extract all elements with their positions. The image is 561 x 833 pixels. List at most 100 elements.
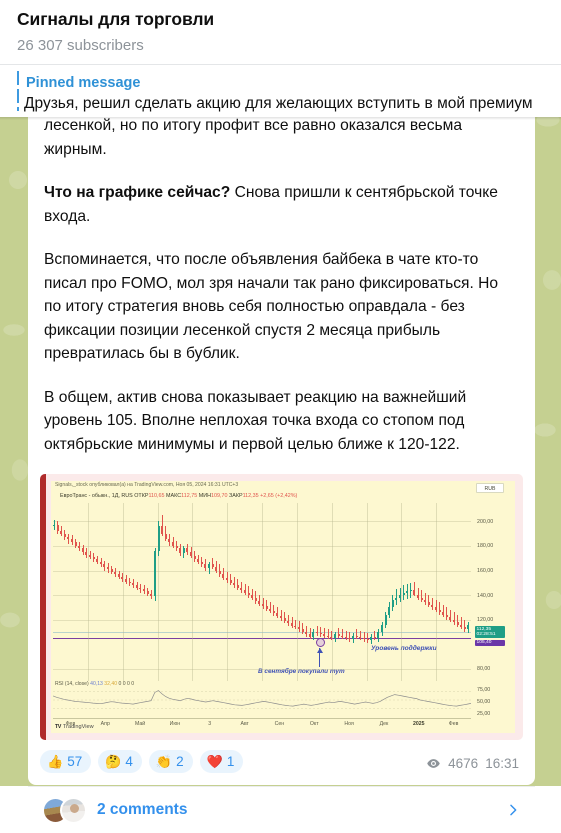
tradingview-watermark: TV TradingView [55,724,94,730]
message-paragraph-1: Что на графике сейчас? Снова пришли к се… [44,181,519,228]
tradingview-label: TradingView [62,724,94,730]
views-count: 4676 [448,756,479,771]
price-tick-label: 140,00 [477,592,494,599]
price-tick-label: 160,00 [477,568,494,575]
price-axis[interactable]: RUB 200,00 180,00 160,00 140,00 120,00 80,00 1… [475,483,515,717]
grid-line [262,503,263,681]
rsi-line-chart [52,690,472,709]
chart-ticker-info: ЕвроТранс - обыкн., 1Д, RUS ОТКР110,65 М… [60,493,297,499]
reaction-clap[interactable]: 👏 2 [148,750,193,773]
chart-plot-container: Signals,_stock опубликовал(а) на Trading… [51,481,515,733]
grid-line [227,503,229,681]
price-tick-label: 80,00 [477,666,491,673]
message-text-block: лесенкой, но по итогу профит все равно о… [28,100,535,462]
grid-line [192,503,194,681]
commenter-avatars [42,796,87,824]
grid-line [53,619,471,621]
channel-subscribers: 26 307 subscribers [17,37,144,54]
time-tick-label: Фев [448,721,459,727]
message-time: 16:31 [485,756,519,771]
current-price-badge: 112,35 02:28:51 [475,626,505,639]
message-paragraph-cut: лесенкой, но по итогу профит все равно о… [44,117,463,158]
chevron-right-icon[interactable] [505,802,521,818]
price-tick-label: 180,00 [477,543,494,550]
chart-open-label: ОТКР [134,493,149,499]
time-tick-label: Дек [379,721,389,727]
rsi-tick-label: 25,00 [477,711,491,717]
reaction-thumbs-up[interactable]: 👍 57 [40,750,92,773]
pinned-message-text: Друзья, решил сделать акцию для желающих… [24,95,533,112]
grid-line [436,503,438,681]
comments-bar[interactable]: 2 comments [28,786,535,833]
support-price-badge: 105,40 [475,639,505,647]
chart-close-value: 112,35 [242,493,259,499]
message-meta: 4676 16:31 [426,756,519,771]
time-axis[interactable]: Фев Апр Май Июн 3 Авг Сен Окт Ноя Дек 2025 Фев [53,718,471,728]
time-tick-label: Июн [169,721,181,727]
time-tick-label: Апр [100,721,110,727]
chart-high-value: 112,75 [181,493,198,499]
message-question-bold: Что на графике сейчас? [44,184,231,201]
annotation-support-label: Уровень поддержки [371,645,437,652]
reaction-count: 57 [67,754,83,769]
pinned-message-label: Pinned message [26,75,141,91]
avatar [60,796,87,824]
grid-line [53,521,471,523]
channel-title: Сигналы для торговли [17,9,215,29]
candlestick-plot-area: В сентябре покупали тут Уровень поддержк… [53,503,471,681]
pinned-indicator-bar [17,71,19,111]
chart-low-value: 109,70 [210,493,228,499]
reaction-count: 1 [226,754,235,769]
chart-close-label: ЗАКР [228,493,243,499]
time-tick-label: Ноя [344,721,354,727]
reaction-count: 4 [125,754,133,769]
price-tick-label: 200,00 [477,518,494,525]
time-tick-label: Окт [309,721,319,727]
chart-high-label: МАКС [166,493,182,499]
time-tick-label: 2025 [412,721,425,727]
rsi-tick-label: 50,00 [477,699,491,705]
message-bubble: лесенкой, но по итогу профит все равно о… [28,100,535,785]
price-tick-label: 120,00 [477,617,494,624]
grid-line [296,503,298,681]
chart-open-value: 110,65 [148,493,165,499]
time-tick-label: Май [134,721,146,727]
rsi-plot-area [52,683,472,717]
channel-header: Сигналы для торговли 26 307 subscribers [0,0,561,64]
time-tick-label: Авг [240,721,249,727]
heart-icon: ❤️ [206,754,223,769]
tradingview-chart-image[interactable]: Signals,_stock опубликовал(а) на Trading… [40,474,523,740]
grid-line [53,595,471,597]
chart-caption: Signals,_stock опубликовал(а) на Trading… [55,482,239,488]
chart-left-accent-bar [40,474,46,740]
reaction-thinking[interactable]: 🤔 4 [98,750,142,773]
time-tick-label: Сен [274,721,285,727]
entry-point-marker [316,638,325,647]
message-paragraph-3: В общем, актив снова показывает реакцию … [44,388,467,453]
grid-line [53,668,471,670]
time-tick-label: 3 [208,721,212,727]
thinking-icon: 🤔 [105,754,122,769]
rsi-tick-label: 75,00 [477,687,491,693]
pinned-message-bar[interactable]: Pinned message Друзья, решил сделать акц… [0,65,561,117]
grid-line [331,503,333,681]
reaction-count: 2 [176,754,184,769]
price-countdown: 02:28:51 [476,632,496,638]
chart-change-value: +2,65 (+2,42%) [260,493,298,499]
views-eye-icon [427,759,440,768]
currency-label: RUB [476,483,504,493]
thumbs-up-icon: 👍 [47,754,64,769]
telegram-channel-screen: Сигналы для торговли 26 307 subscribers … [0,0,561,833]
chart-ticker-symbol: ЕвроТранс - обыкн., 1Д, RUS [60,493,133,499]
comments-count-label: 2 comments [97,801,188,818]
grid-line [122,503,124,681]
message-paragraph-2: Вспоминается, что после объявления байбе… [44,251,499,362]
grid-line [366,503,368,681]
header-divider [0,64,561,65]
grid-line [87,503,89,681]
entry-arrow-icon [316,647,324,667]
reaction-heart[interactable]: ❤️ 1 [199,750,244,773]
clap-icon: 👏 [155,754,173,769]
pinned-shadow [0,117,561,120]
tradingview-logo-icon: TV [55,724,61,730]
